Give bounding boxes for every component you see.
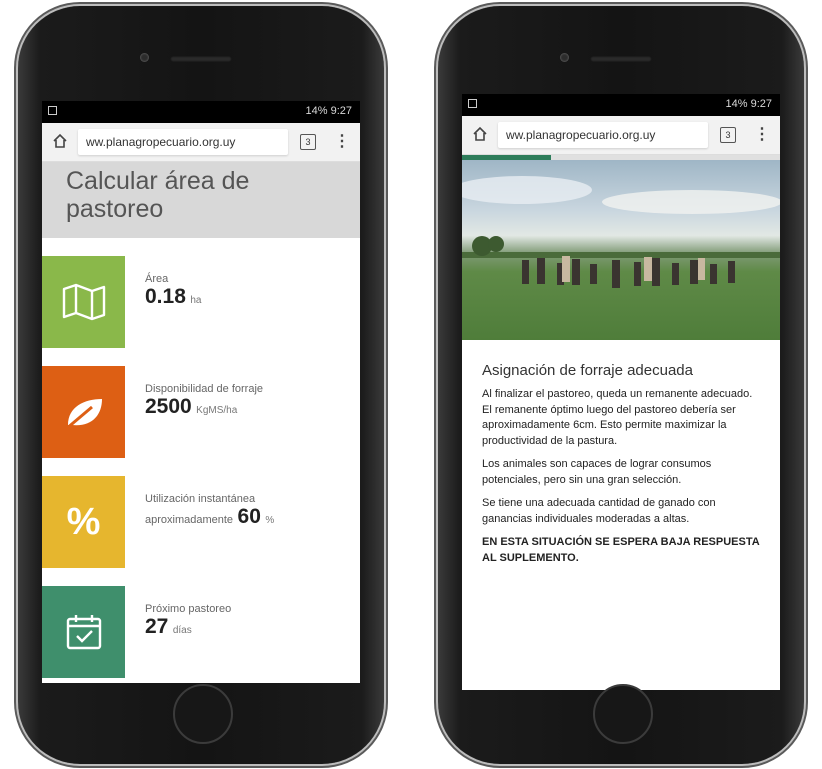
status-bar: 14% 9:27: [42, 101, 360, 123]
pasture-photo: [462, 160, 780, 340]
browser-toolbar: ww.planagropecuario.org.uy 3 ⋮: [462, 116, 780, 155]
article-conclusion: EN ESTA SITUACIÓN SE ESPERA BAJA RESPUES…: [482, 536, 760, 564]
home-button[interactable]: [173, 684, 233, 744]
leaf-icon: [64, 399, 102, 431]
card-area[interactable]: Área 0.18 ha: [42, 256, 360, 348]
forage-value: 2500: [145, 395, 192, 418]
tile-area: [42, 256, 125, 348]
next-grazing-value: 27: [145, 615, 169, 638]
earpiece-speaker: [170, 56, 232, 62]
screen-right: 14% 9:27 ww.planagropecuario.org.uy 3 ⋮: [462, 94, 780, 690]
tile-forage: [42, 366, 125, 458]
tile-next-grazing: [42, 586, 125, 678]
area-unit: ha: [190, 295, 202, 306]
overflow-menu-icon[interactable]: ⋮: [754, 124, 770, 144]
card-forage[interactable]: Disponibilidad de forraje 2500 KgMS/ha: [42, 366, 360, 458]
article-title: Asignación de forraje adecuada: [482, 362, 693, 379]
tab-switcher-button[interactable]: 3: [300, 134, 316, 150]
utilization-value: 60: [237, 505, 261, 528]
area-value: 0.18: [145, 285, 186, 308]
card-next-grazing[interactable]: Próximo pastoreo 27 días: [42, 586, 360, 678]
article-paragraph: Se tiene una adecuada cantidad de ganado…: [482, 497, 716, 525]
next-grazing-label: Próximo pastoreo: [145, 603, 232, 615]
url-field[interactable]: ww.planagropecuario.org.uy: [78, 129, 288, 155]
home-icon[interactable]: [472, 126, 488, 142]
notification-icon: [468, 99, 477, 108]
screen-left: 14% 9:27 ww.planagropecuario.org.uy 3 ⋮ …: [42, 101, 360, 683]
status-text: 14% 9:27: [725, 98, 772, 110]
home-button[interactable]: [593, 684, 653, 744]
phone-left: 14% 9:27 ww.planagropecuario.org.uy 3 ⋮ …: [18, 6, 384, 764]
status-text: 14% 9:27: [305, 105, 352, 117]
page-title: Calcular área de pastoreo: [42, 162, 360, 238]
percent-icon: %: [66, 500, 101, 543]
next-grazing-unit: días: [172, 625, 192, 636]
utilization-prefix: aproximadamente: [145, 514, 234, 526]
pasture-photo-illustration: [462, 176, 780, 288]
front-camera: [560, 53, 569, 62]
calendar-icon: [66, 615, 101, 650]
area-label: Área: [145, 273, 169, 285]
notification-icon: [48, 106, 57, 115]
home-icon[interactable]: [52, 133, 68, 149]
article-paragraph: Los animales son capaces de lograr consu…: [482, 458, 712, 486]
forage-unit: KgMS/ha: [196, 405, 238, 416]
phone-right: 14% 9:27 ww.planagropecuario.org.uy 3 ⋮: [438, 6, 804, 764]
forage-label: Disponibilidad de forraje: [145, 383, 264, 395]
status-bar: 14% 9:27: [462, 94, 780, 116]
tab-switcher-button[interactable]: 3: [720, 127, 736, 143]
article-paragraph: Al finalizar el pastoreo, queda un reman…: [482, 388, 753, 447]
utilization-label: Utilización instantánea: [145, 493, 256, 505]
earpiece-speaker: [590, 56, 652, 62]
browser-toolbar: ww.planagropecuario.org.uy 3 ⋮: [42, 123, 360, 162]
front-camera: [140, 53, 149, 62]
map-icon: [62, 283, 105, 321]
article: Asignación de forraje adecuada Al finali…: [462, 340, 780, 566]
overflow-menu-icon[interactable]: ⋮: [334, 131, 350, 151]
tile-utilization: %: [42, 476, 125, 568]
utilization-unit: %: [265, 515, 275, 526]
url-field[interactable]: ww.planagropecuario.org.uy: [498, 122, 708, 148]
card-utilization[interactable]: % Utilización instantánea aproximadament…: [42, 476, 360, 568]
